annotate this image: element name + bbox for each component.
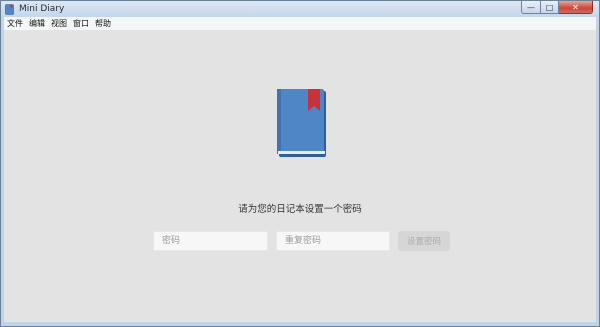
password-prompt: 请为您的日记本设置一个密码 xyxy=(238,204,362,215)
menu-help[interactable]: 帮助 xyxy=(92,17,114,30)
diary-book-icon xyxy=(277,89,326,157)
window-title: Mini Diary xyxy=(19,4,65,14)
maximize-button[interactable]: □ xyxy=(541,1,559,14)
menu-window[interactable]: 窗口 xyxy=(70,17,92,30)
window-controls: — □ ✕ xyxy=(521,1,593,15)
menu-view[interactable]: 视图 xyxy=(48,17,70,30)
app-window: Mini Diary — □ ✕ 文件 编辑 视图 窗口 帮助 请为您的日记本设… xyxy=(0,0,600,327)
password-input[interactable] xyxy=(153,231,268,251)
password-setup-panel: 请为您的日记本设置一个密码 设置密码 xyxy=(4,31,596,322)
menu-edit[interactable]: 编辑 xyxy=(26,17,48,30)
set-password-button[interactable]: 设置密码 xyxy=(398,231,450,251)
minimize-button[interactable]: — xyxy=(521,1,541,14)
menu-bar: 文件 编辑 视图 窗口 帮助 xyxy=(4,17,596,31)
close-button[interactable]: ✕ xyxy=(559,1,593,14)
title-bar[interactable]: Mini Diary — □ ✕ xyxy=(1,1,599,17)
app-book-icon xyxy=(5,4,14,15)
repeat-password-input[interactable] xyxy=(276,231,390,251)
menu-file[interactable]: 文件 xyxy=(4,17,26,30)
